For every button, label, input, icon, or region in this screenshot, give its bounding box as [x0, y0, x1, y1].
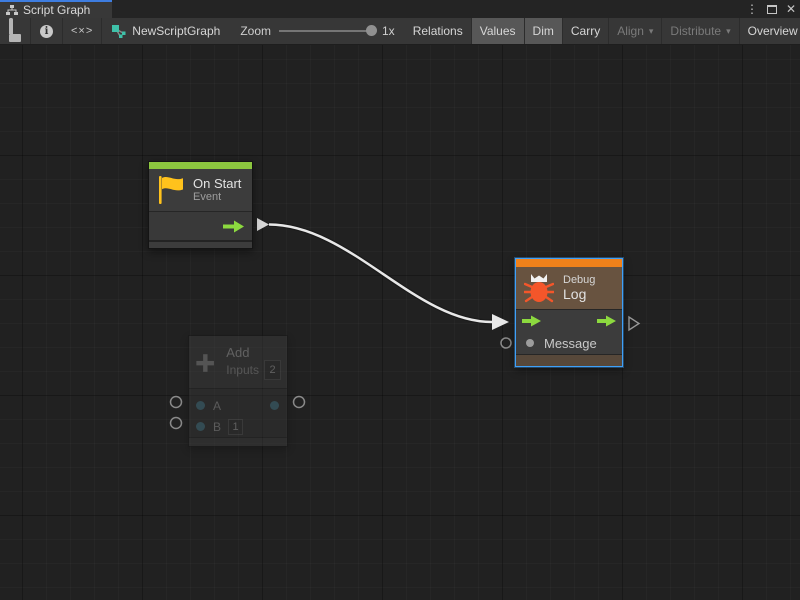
wire-arrowhead-icon — [492, 314, 509, 330]
tab-title: Script Graph — [23, 3, 90, 17]
values-toggle[interactable]: Values — [472, 18, 525, 44]
message-input-connector-circle[interactable] — [501, 338, 511, 348]
input-b-label: B — [213, 420, 221, 434]
node-on-start[interactable]: On Start Event — [148, 161, 253, 249]
overview-button[interactable]: Overview — [740, 18, 800, 44]
graph-toolbar: i <×> NewScriptGraph Zoom 1x Relations V… — [0, 18, 800, 45]
flow-output-connector-triangle[interactable] — [629, 317, 639, 330]
node-footer — [516, 354, 622, 366]
info-icon: i — [40, 25, 53, 38]
node-subtitle: Inputs — [226, 364, 259, 377]
message-port-label: Message — [544, 336, 597, 351]
flow-output-arrow-icon[interactable] — [597, 315, 616, 327]
add-input-b-connector-circle[interactable] — [171, 418, 182, 429]
graph-canvas[interactable]: On Start Event Debug L — [0, 45, 800, 600]
flag-icon — [157, 175, 184, 205]
code-icon: <×> — [71, 25, 93, 37]
edit-code-button[interactable]: <×> — [63, 18, 102, 44]
menu-icon[interactable]: ⋮ — [746, 0, 758, 18]
input-a-label: A — [213, 399, 221, 413]
node-title: Add — [226, 345, 281, 360]
event-accent-bar — [149, 162, 252, 169]
lock-icon — [9, 20, 21, 42]
graph-reference[interactable]: NewScriptGraph — [102, 18, 230, 44]
node-footer — [189, 437, 287, 446]
wire-onstart-to-log[interactable] — [269, 225, 492, 323]
flow-input-arrow-icon[interactable] — [522, 315, 541, 327]
node-debug-log[interactable]: Debug Log Message — [515, 258, 623, 367]
chevron-down-icon: ▾ — [726, 26, 731, 37]
wire-shadow — [269, 225, 492, 323]
node-add-ghost[interactable]: Add Inputs 2 A B 1 — [188, 335, 288, 447]
input-b-value-field[interactable]: 1 — [228, 419, 243, 435]
zoom-control: Zoom 1x — [230, 18, 404, 44]
message-port-dot[interactable] — [526, 339, 534, 347]
zoom-value: 1x — [382, 24, 395, 38]
add-output-connector-circle[interactable] — [294, 397, 305, 408]
align-dropdown[interactable]: Align ▾ — [609, 18, 662, 44]
chevron-down-icon: ▾ — [649, 26, 654, 37]
plus-icon — [195, 348, 215, 378]
flow-output-arrow-icon[interactable] — [223, 220, 244, 233]
node-title: On Start — [193, 176, 241, 191]
graph-name: NewScriptGraph — [132, 24, 220, 38]
debug-bug-icon — [524, 273, 554, 303]
zoom-slider[interactable] — [279, 30, 374, 32]
node-subtitle: Event — [193, 191, 241, 204]
dim-toggle[interactable]: Dim — [525, 18, 563, 44]
lock-button[interactable] — [0, 18, 31, 44]
script-graph-icon — [112, 25, 126, 38]
relations-toggle[interactable]: Relations — [405, 18, 472, 44]
close-icon[interactable]: ✕ — [786, 0, 796, 18]
output-port-dot[interactable] — [270, 401, 279, 410]
info-button[interactable]: i — [31, 18, 63, 44]
node-title: Log — [563, 287, 595, 302]
carry-toggle[interactable]: Carry — [563, 18, 609, 44]
flow-output-port-triangle[interactable] — [257, 218, 269, 231]
input-b-port-dot[interactable] — [196, 422, 205, 431]
zoom-slider-thumb[interactable] — [366, 25, 377, 36]
zoom-label: Zoom — [240, 24, 271, 38]
maximize-icon[interactable] — [767, 5, 777, 14]
add-input-a-connector-circle[interactable] — [171, 397, 182, 408]
input-a-port-dot[interactable] — [196, 401, 205, 410]
tab-script-graph[interactable]: Script Graph — [0, 0, 112, 18]
node-footer — [149, 240, 252, 248]
wire-layer — [0, 45, 800, 600]
debug-accent-bar — [516, 259, 622, 267]
title-bar: Script Graph ⋮ ✕ — [0, 0, 800, 18]
input-count-field[interactable]: 2 — [264, 360, 281, 380]
distribute-dropdown[interactable]: Distribute ▾ — [662, 18, 739, 44]
graph-hierarchy-icon — [6, 5, 18, 16]
